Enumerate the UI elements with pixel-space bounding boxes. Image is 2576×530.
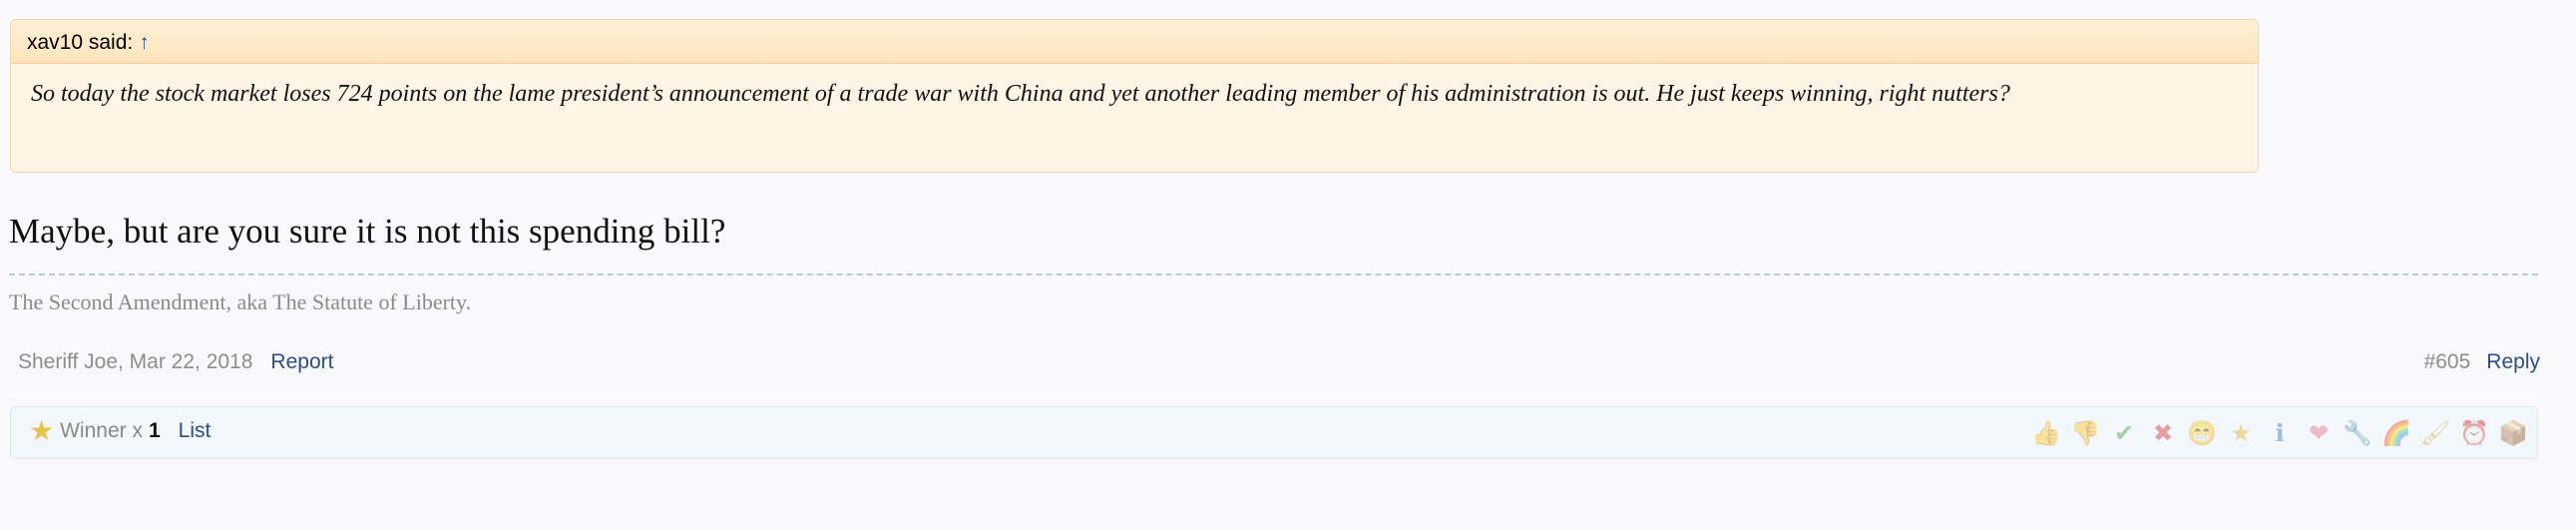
- ratings-list-link[interactable]: List: [179, 419, 212, 443]
- late-icon[interactable]: ⏰: [2458, 417, 2490, 449]
- informative-icon[interactable]: ℹ: [2264, 417, 2296, 449]
- author-date[interactable]: Sheriff Joe, Mar 22, 2018: [18, 350, 252, 373]
- quote-block: xav10 said: ↑ So today the stock market l…: [10, 19, 2259, 173]
- ratings-bar: ★ Winner x 1 List 👍 👎 ✔ ✖ 😁 ★ ℹ ❤ 🔧 🌈 🖌 ⏰ 📦: [10, 406, 2538, 459]
- agree-icon[interactable]: ✔: [2108, 417, 2140, 449]
- quote-author: xav10 said:: [27, 31, 134, 54]
- post-body: Maybe, but are you sure it is not this s…: [9, 212, 726, 251]
- report-link[interactable]: Report: [270, 350, 333, 373]
- dislike-icon[interactable]: 👎: [2069, 417, 2101, 449]
- ratings-count: 1: [148, 419, 161, 442]
- winner-icon[interactable]: ★: [2225, 417, 2257, 449]
- optimistic-icon[interactable]: 🌈: [2380, 417, 2412, 449]
- creative-icon[interactable]: 🖌: [2419, 417, 2451, 449]
- box-icon[interactable]: 📦: [2497, 417, 2529, 449]
- signature: The Second Amendment, aka The Statute of…: [9, 289, 472, 314]
- winner-star-icon: ★: [29, 415, 55, 446]
- quote-text: So today the stock market loses 724 poin…: [31, 81, 2010, 107]
- post-meta: Sheriff Joe, Mar 22, 2018 Report: [18, 350, 333, 374]
- quote-jump-arrow-icon[interactable]: ↑: [139, 31, 150, 54]
- like-icon[interactable]: 👍: [2030, 417, 2062, 449]
- friendly-icon[interactable]: ❤: [2303, 417, 2335, 449]
- quote-header: xav10 said: ↑: [11, 20, 2258, 64]
- useful-icon[interactable]: 🔧: [2342, 417, 2373, 449]
- disagree-icon[interactable]: ✖: [2147, 417, 2179, 449]
- post-number[interactable]: #605: [2424, 350, 2471, 373]
- post-actions: #605 Reply: [2424, 350, 2540, 374]
- reply-link[interactable]: Reply: [2486, 350, 2540, 373]
- ratings-summary-label: Winner x: [60, 419, 143, 442]
- rating-icons: 👍 👎 ✔ ✖ 😁 ★ ℹ ❤ 🔧 🌈 🖌 ⏰ 📦: [2030, 417, 2529, 449]
- ratings-summary: ★ Winner x 1 List: [29, 415, 212, 446]
- funny-icon[interactable]: 😁: [2186, 417, 2218, 449]
- signature-divider: [9, 273, 2538, 275]
